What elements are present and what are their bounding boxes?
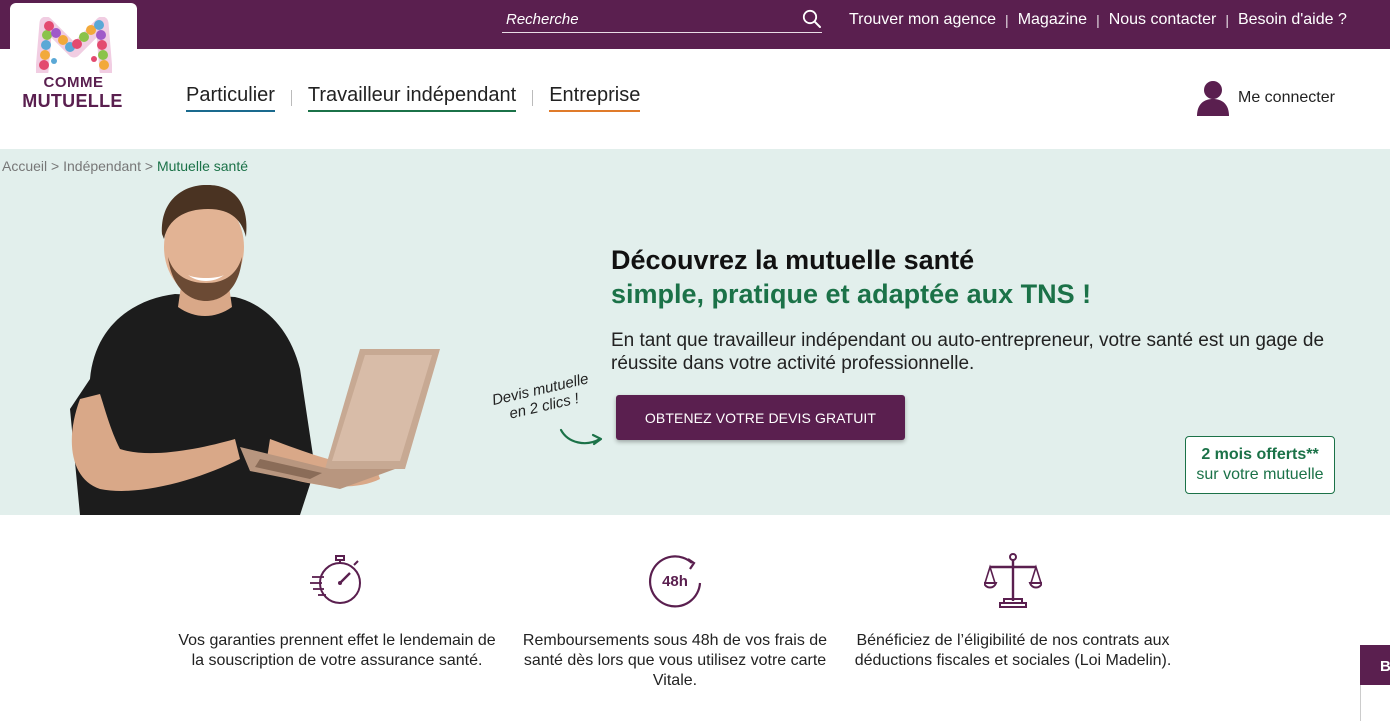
- side-floating-panel[interactable]: [1360, 685, 1390, 721]
- features-section: Vos garanties prennent effet le lendemai…: [0, 515, 1390, 721]
- top-bar: Trouver mon agence | Magazine | Nous con…: [0, 0, 1390, 49]
- main-nav: Particulier Travailleur indépendant Entr…: [186, 84, 641, 112]
- offer-mark: **: [1306, 446, 1319, 463]
- feature-text: Remboursements sous 48h de vos frais de …: [522, 632, 828, 689]
- search-bar: [502, 6, 822, 33]
- logo-text-line2: MUTUELLE: [22, 91, 123, 111]
- 48h-icon-text: 48h: [662, 573, 688, 590]
- get-free-quote-button[interactable]: OBTENEZ VOTRE DEVIS GRATUIT: [616, 395, 905, 440]
- login-label: Me connecter: [1238, 89, 1335, 106]
- breadcrumb-separator: >: [144, 158, 154, 174]
- separator: |: [1225, 12, 1229, 28]
- contact-link[interactable]: Nous contacter: [1109, 11, 1217, 29]
- login-button[interactable]: Me connecter: [1196, 80, 1335, 116]
- find-agency-link[interactable]: Trouver mon agence: [849, 11, 996, 29]
- 48h-icon: 48h: [648, 555, 702, 608]
- offer-bold-text: 2 mois offerts: [1201, 446, 1307, 463]
- top-links: Trouver mon agence | Magazine | Nous con…: [849, 10, 1347, 30]
- nav-entreprise[interactable]: Entreprise: [549, 84, 641, 112]
- hero-title-line2: simple, pratique et adaptée aux TNS !: [611, 279, 1092, 309]
- nav-particulier[interactable]: Particulier: [186, 84, 275, 112]
- side-floating-tab[interactable]: B: [1360, 645, 1390, 685]
- separator: |: [1005, 12, 1009, 28]
- hero-person-with-laptop-image: [70, 184, 440, 515]
- user-icon: [1197, 81, 1229, 116]
- search-icon[interactable]: [802, 9, 822, 29]
- feature-text: Bénéficiez de l’éligibilité de nos contr…: [854, 632, 1172, 669]
- curved-arrow-icon: [559, 428, 603, 446]
- breadcrumb: Accueil > Indépendant > Mutuelle santé: [2, 158, 248, 174]
- nav-travailleur-independant[interactable]: Travailleur indépendant: [307, 84, 517, 112]
- devis-handwritten-note: Devis mutuelle en 2 clics !: [490, 370, 594, 425]
- offer-badge[interactable]: 2 mois offerts** sur votre mutuelle: [1185, 436, 1335, 494]
- separator: |: [1096, 12, 1100, 28]
- logo-text-line1: COMME: [43, 74, 104, 91]
- nav-separator: [532, 90, 534, 106]
- logo[interactable]: COMME MUTUELLE: [10, 3, 137, 127]
- hero-title-line1: Découvrez la mutuelle santé: [611, 245, 975, 275]
- feature-text: Vos garanties prennent effet le lendemai…: [178, 632, 496, 669]
- help-link[interactable]: Besoin d'aide ?: [1238, 11, 1347, 29]
- nav-separator: [290, 90, 292, 106]
- offer-bold: 2 mois offerts**: [1186, 446, 1334, 464]
- breadcrumb-home[interactable]: Accueil: [2, 158, 47, 174]
- hero-section: Accueil > Indépendant > Mutuelle santé D…: [0, 149, 1390, 515]
- magazine-link[interactable]: Magazine: [1018, 11, 1087, 29]
- scales-icon: [984, 553, 1042, 608]
- offer-text: sur votre mutuelle: [1196, 466, 1324, 483]
- logo-m-mark: [36, 17, 112, 73]
- search-input[interactable]: [506, 8, 786, 30]
- breadcrumb-separator: >: [51, 158, 60, 174]
- hero-lead-text: En tant que travailleur indépendant ou a…: [611, 330, 1325, 374]
- breadcrumb-independant[interactable]: Indépendant: [63, 158, 141, 174]
- breadcrumb-current: Mutuelle santé: [156, 158, 248, 174]
- stopwatch-icon: [310, 555, 361, 604]
